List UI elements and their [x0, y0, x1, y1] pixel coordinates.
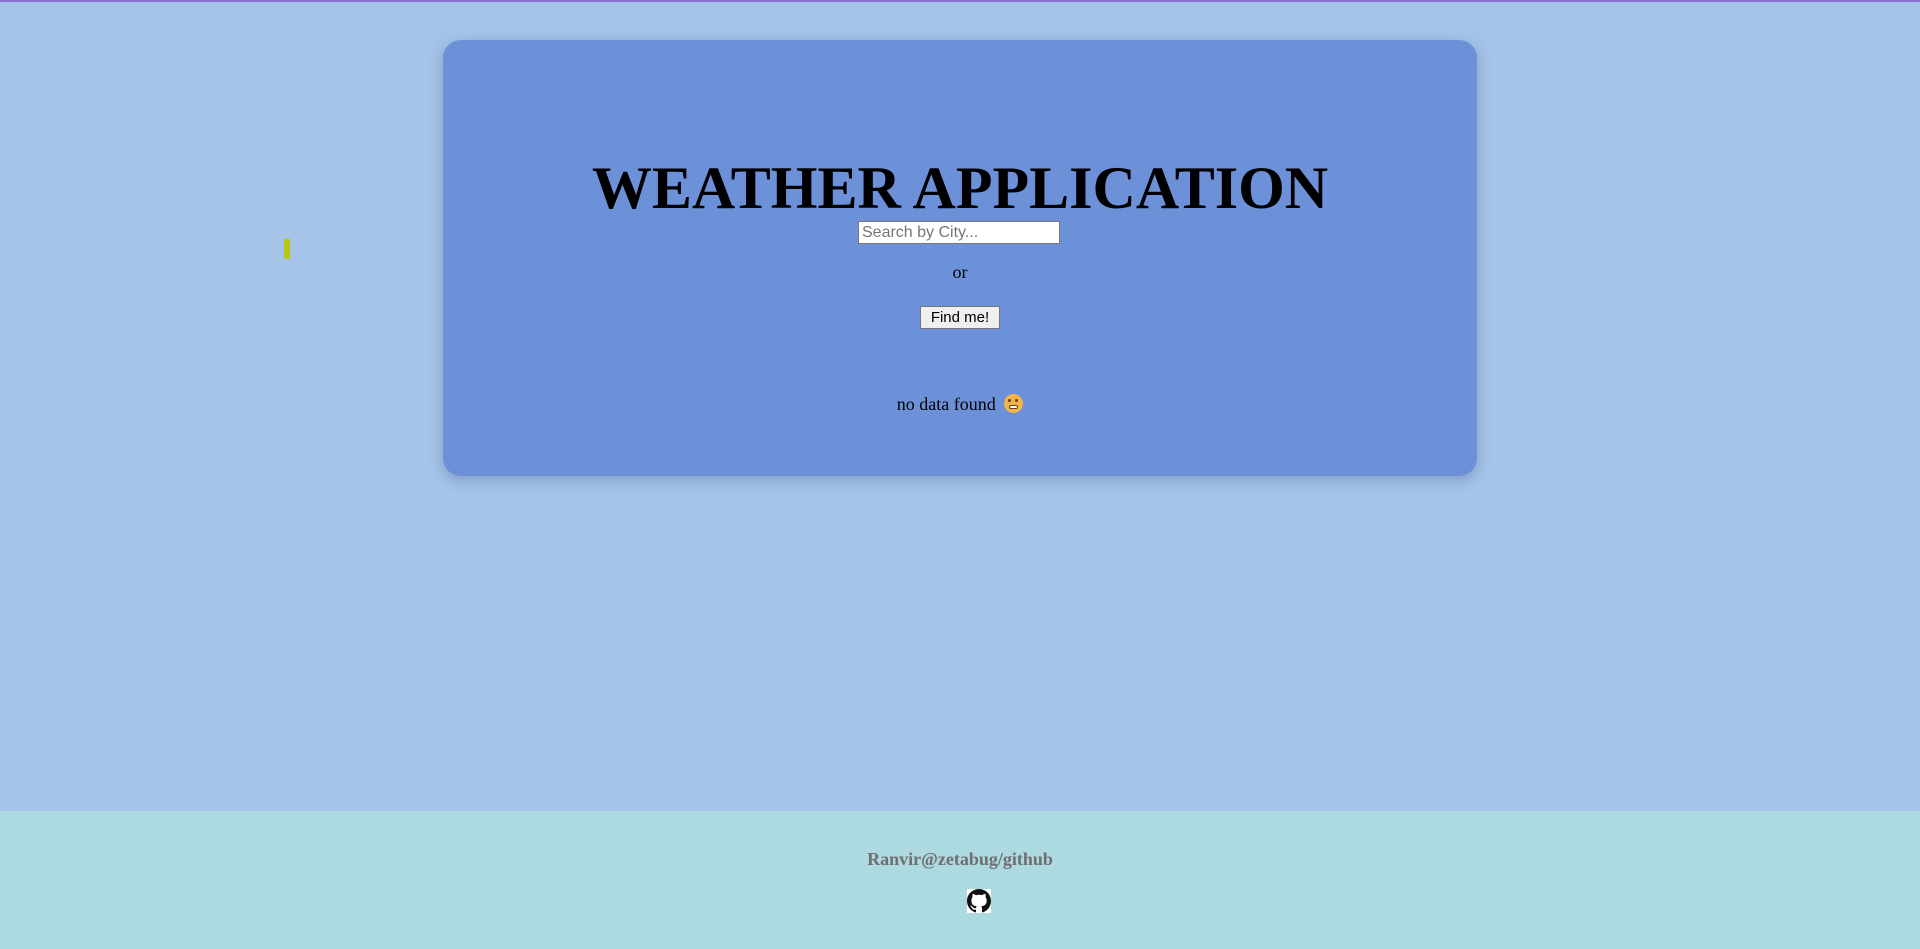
decorative-marker: [284, 239, 290, 259]
footer: Ranvir@zetabug/github: [0, 811, 1920, 949]
status-message: no data found: [443, 394, 1477, 415]
city-search-input[interactable]: [858, 221, 1060, 244]
github-icon[interactable]: [967, 889, 991, 913]
status-text: no data found: [896, 394, 996, 414]
or-separator: or: [952, 262, 968, 282]
grimacing-face-icon: [1004, 394, 1024, 413]
find-me-button[interactable]: Find me!: [920, 306, 1000, 329]
top-border: [0, 0, 1920, 2]
footer-credit: Ranvir@zetabug/github: [867, 849, 1053, 869]
app-title: WEATHER APPLICATION: [591, 155, 1329, 221]
weather-card: WEATHER APPLICATION or Find me! no data …: [443, 40, 1477, 476]
